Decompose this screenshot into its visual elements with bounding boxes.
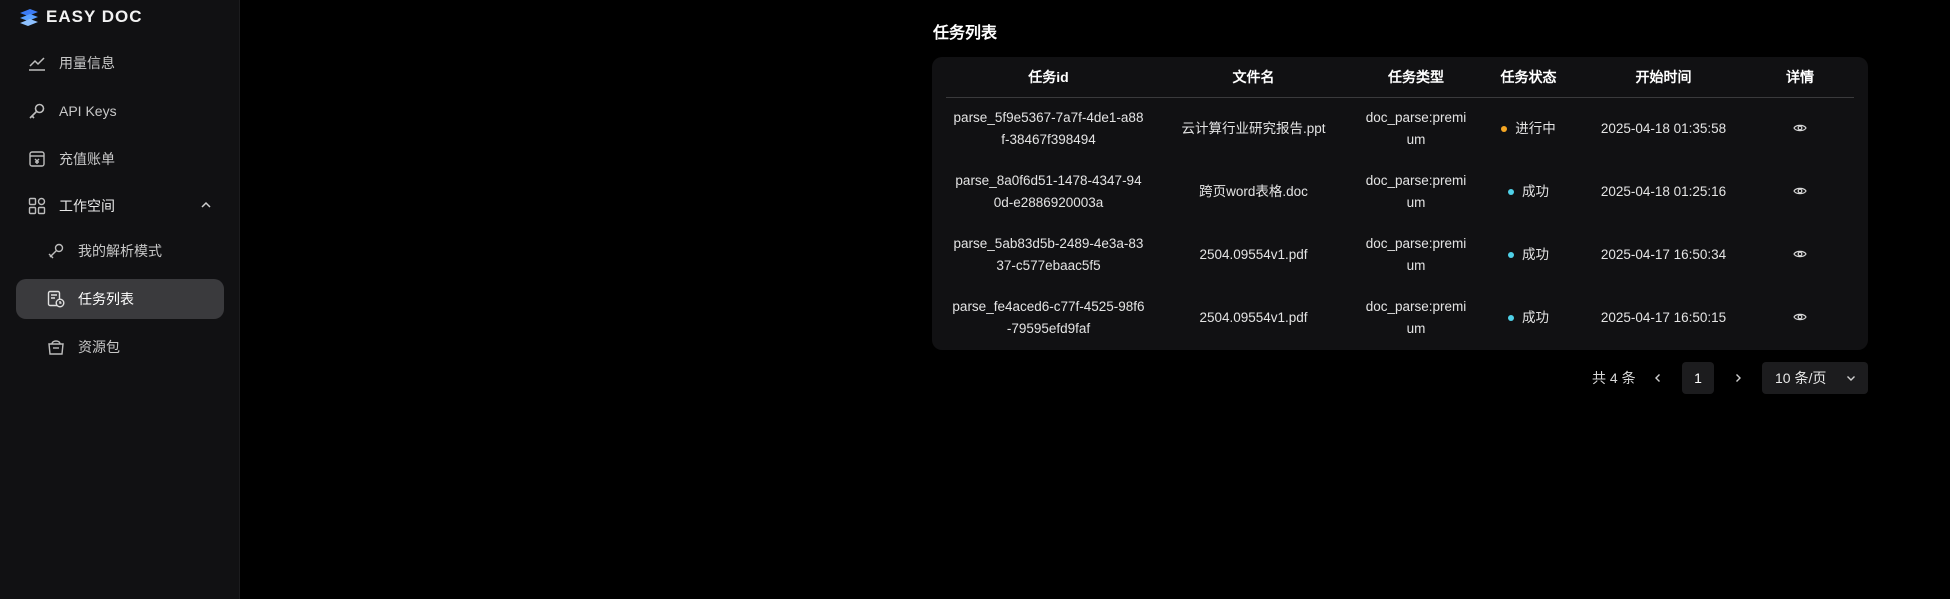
page-title: 任务列表 [933, 25, 998, 42]
sidebar-item-label: 我的解析模式 [78, 243, 162, 259]
billing-icon [27, 149, 47, 169]
workspace-grid-icon [27, 196, 47, 216]
column-header-task-type: 任务类型 [1356, 57, 1476, 98]
sidebar-item-label: 用量信息 [59, 55, 115, 71]
details-cell [1746, 97, 1854, 160]
prev-page-button[interactable] [1642, 362, 1674, 394]
table-row: parse_fe4aced6-c77f-4525-98f6-79595efd9f… [946, 286, 1854, 349]
task-table: 任务id 文件名 任务类型 任务状态 开始时间 详情 parse_5f9e536… [946, 57, 1854, 349]
column-header-details: 详情 [1746, 57, 1854, 98]
status-dot [1508, 251, 1514, 258]
details-cell [1746, 160, 1854, 223]
page-number-button[interactable]: 1 [1682, 362, 1714, 394]
sidebar-item-label: API Keys [59, 103, 117, 119]
chevron-left-icon [1655, 374, 1660, 382]
sidebar-item-label: 资源包 [78, 339, 120, 355]
status-dot [1508, 188, 1514, 195]
details-cell [1746, 223, 1854, 286]
sidebar-item-usage[interactable]: 用量信息 [16, 43, 224, 83]
parse-mode-icon [46, 241, 66, 261]
status-text: 成功 [1522, 246, 1549, 262]
task-type-cell: doc_parse:premium [1365, 298, 1467, 336]
eye-icon[interactable] [1793, 249, 1807, 259]
sidebar: EASY DOC 用量信息 API Keys 充值账单 工作空间 我的解析模式 [0, 0, 240, 599]
sidebar-item-label: 充值账单 [59, 151, 115, 167]
table-row: parse_8a0f6d51-1478-4347-940d-e288692000… [946, 160, 1854, 223]
status-text: 进行中 [1515, 120, 1556, 136]
task-status-cell: 进行中 [1476, 97, 1581, 160]
start-time-cell: 2025-04-17 16:50:34 [1600, 246, 1727, 262]
task-id-cell: parse_fe4aced6-c77f-4525-98f6-79595efd9f… [952, 298, 1145, 336]
status-text: 成功 [1522, 309, 1549, 325]
pagination-total: 共 4 条 [1592, 370, 1636, 386]
task-status-cell: 成功 [1476, 223, 1581, 286]
sidebar-group-workspace[interactable]: 工作空间 [16, 186, 224, 226]
brand-name: EASY DOC [46, 7, 143, 26]
task-type-cell: doc_parse:premium [1365, 109, 1467, 147]
sidebar-item-resource-package[interactable]: 资源包 [16, 327, 224, 367]
eye-icon[interactable] [1793, 186, 1807, 196]
column-header-start-time: 开始时间 [1581, 57, 1746, 98]
task-id-cell: parse_5ab83d5b-2489-4e3a-8337-c577ebaac5… [953, 235, 1144, 273]
file-name-cell: 2504.09554v1.pdf [1199, 309, 1308, 325]
start-time-cell: 2025-04-17 16:50:15 [1600, 309, 1727, 325]
sidebar-item-api-keys[interactable]: API Keys [16, 91, 224, 131]
sidebar-item-task-list[interactable]: 任务列表 [16, 279, 224, 319]
sidebar-group-label: 工作空间 [59, 198, 115, 214]
file-name-cell: 跨页word表格.doc [1199, 183, 1308, 199]
next-page-button[interactable] [1722, 362, 1754, 394]
start-time-cell: 2025-04-18 01:25:16 [1600, 183, 1727, 199]
page-size-select[interactable]: 10 条/页 [1762, 362, 1868, 394]
eye-icon[interactable] [1793, 123, 1807, 133]
page-size-value: 10 条/页 [1775, 370, 1827, 386]
task-status-cell: 成功 [1476, 286, 1581, 349]
key-icon [27, 101, 47, 121]
chevron-up-icon[interactable] [200, 199, 212, 211]
column-header-file-name: 文件名 [1151, 57, 1356, 98]
status-text: 成功 [1522, 183, 1549, 199]
task-table-card: 任务id 文件名 任务类型 任务状态 开始时间 详情 parse_5f9e536… [932, 57, 1868, 350]
sidebar-item-parse-mode[interactable]: 我的解析模式 [16, 231, 224, 271]
task-status-cell: 成功 [1476, 160, 1581, 223]
eye-icon[interactable] [1793, 312, 1807, 322]
status-dot [1508, 314, 1514, 321]
column-header-task-id: 任务id [946, 57, 1151, 98]
column-header-task-status: 任务状态 [1476, 57, 1581, 98]
status-dot [1501, 126, 1508, 133]
resource-package-icon [46, 337, 66, 357]
file-name-cell: 2504.09554v1.pdf [1199, 246, 1308, 262]
easydoc-logo-icon [20, 9, 38, 26]
task-id-cell: parse_8a0f6d51-1478-4347-940d-e288692000… [955, 172, 1142, 210]
brand-logo[interactable]: EASY DOC [18, 7, 143, 27]
sidebar-item-billing[interactable]: 充值账单 [16, 139, 224, 179]
table-row: parse_5f9e5367-7a7f-4de1-a88f-38467f3984… [946, 97, 1854, 160]
chevron-down-icon [1847, 376, 1855, 381]
task-list-icon [46, 289, 66, 309]
start-time-cell: 2025-04-18 01:35:58 [1600, 120, 1727, 136]
task-id-cell: parse_5f9e5367-7a7f-4de1-a88f-38467f3984… [953, 109, 1144, 147]
chevron-right-icon [1736, 374, 1741, 382]
details-cell [1746, 286, 1854, 349]
sidebar-item-label: 任务列表 [78, 291, 134, 307]
task-type-cell: doc_parse:premium [1365, 172, 1467, 210]
table-header-row: 任务id 文件名 任务类型 任务状态 开始时间 详情 [946, 57, 1854, 98]
table-row: parse_5ab83d5b-2489-4e3a-8337-c577ebaac5… [946, 223, 1854, 286]
file-name-cell: 云计算行业研究报告.ppt [1181, 120, 1326, 136]
task-type-cell: doc_parse:premium [1365, 235, 1467, 273]
usage-chart-icon [27, 53, 47, 73]
